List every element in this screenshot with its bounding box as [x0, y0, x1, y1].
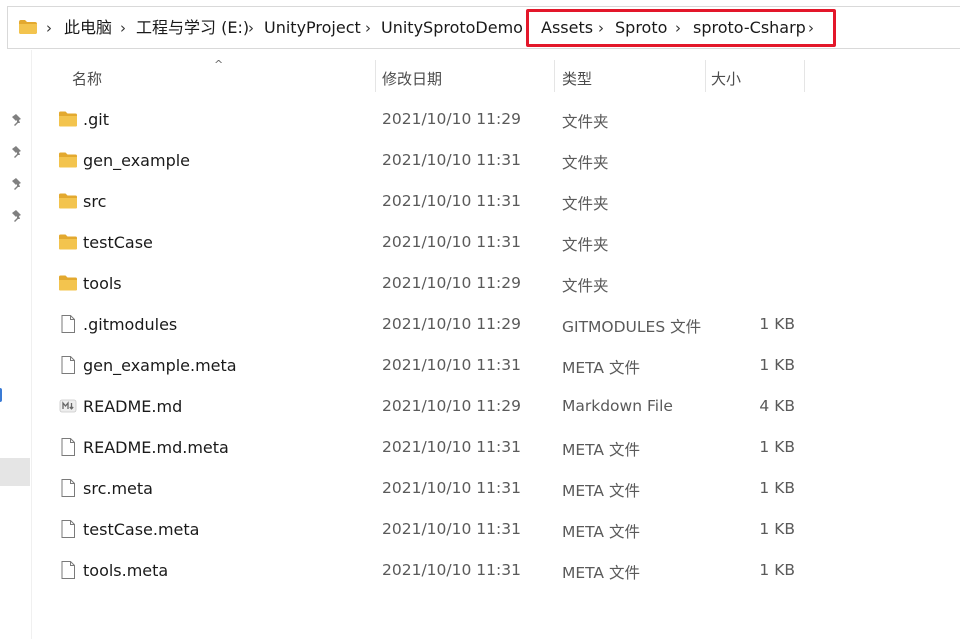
- file-type: META 文件: [562, 441, 640, 459]
- column-header-name[interactable]: 名称: [72, 68, 102, 89]
- breadcrumb-unityproject[interactable]: UnityProject: [264, 19, 361, 37]
- breadcrumb-assets[interactable]: Assets: [541, 19, 593, 37]
- file-date: 2021/10/10 11:31: [382, 192, 521, 210]
- file-name: tools: [83, 274, 122, 293]
- file-name: README.md.meta: [83, 438, 229, 457]
- breadcrumb-sproto-csharp[interactable]: sproto-Csharp: [693, 19, 806, 37]
- file-size: 1 KB: [759, 315, 795, 333]
- column-header-type[interactable]: 类型: [562, 68, 592, 89]
- file-size: 1 KB: [759, 561, 795, 579]
- chevron-right-icon[interactable]: ›: [46, 20, 52, 36]
- file-date: 2021/10/10 11:29: [382, 110, 521, 128]
- file-size: 1 KB: [759, 438, 795, 456]
- file-name: gen_example: [83, 151, 191, 170]
- file-row[interactable]: tools 2021/10/10 11:29 文件夹: [40, 263, 960, 304]
- chevron-right-icon[interactable]: ›: [120, 20, 126, 36]
- folder-icon: [59, 275, 77, 291]
- file-type: 文件夹: [562, 236, 609, 254]
- file-date: 2021/10/10 11:31: [382, 561, 521, 579]
- sort-ascending-icon: ^: [214, 58, 224, 71]
- file-name: src.meta: [83, 479, 153, 498]
- pin-icon[interactable]: [11, 209, 25, 223]
- nav-selected-item[interactable]: [0, 458, 30, 486]
- file-row[interactable]: tools.meta 2021/10/10 11:31 META 文件 1 KB: [40, 550, 960, 591]
- file-type: META 文件: [562, 523, 640, 541]
- file-date: 2021/10/10 11:29: [382, 315, 521, 333]
- file-type: META 文件: [562, 564, 640, 582]
- breadcrumb-this-pc[interactable]: 此电脑: [64, 19, 112, 37]
- file-icon: [61, 520, 75, 538]
- breadcrumb-unitysprotodemo[interactable]: UnitySprotoDemo: [381, 19, 523, 37]
- address-bar[interactable]: › 此电脑 › 工程与学习 (E:) › UnityProject › Unit…: [7, 6, 960, 49]
- file-row[interactable]: testCase 2021/10/10 11:31 文件夹: [40, 222, 960, 263]
- file-date: 2021/10/10 11:29: [382, 397, 521, 415]
- file-type: GITMODULES 文件: [562, 318, 702, 336]
- breadcrumb-drive-e[interactable]: 工程与学习 (E:): [136, 19, 249, 37]
- file-date: 2021/10/10 11:29: [382, 274, 521, 292]
- file-size: 1 KB: [759, 479, 795, 497]
- chevron-right-icon[interactable]: ›: [248, 20, 254, 36]
- file-name: testCase.meta: [83, 520, 200, 539]
- file-row[interactable]: gen_example.meta 2021/10/10 11:31 META 文件 1…: [40, 345, 960, 386]
- file-type: 文件夹: [562, 154, 609, 172]
- file-date: 2021/10/10 11:31: [382, 438, 521, 456]
- file-size: 4 KB: [759, 397, 795, 415]
- file-date: 2021/10/10 11:31: [382, 151, 521, 169]
- file-size: 1 KB: [759, 356, 795, 374]
- file-type: 文件夹: [562, 195, 609, 213]
- file-name: tools.meta: [83, 561, 169, 580]
- pin-icon[interactable]: [11, 113, 25, 127]
- file-date: 2021/10/10 11:31: [382, 479, 521, 497]
- file-date: 2021/10/10 11:31: [382, 356, 521, 374]
- file-row[interactable]: src.meta 2021/10/10 11:31 META 文件 1 KB: [40, 468, 960, 509]
- chevron-right-icon[interactable]: ›: [598, 20, 604, 36]
- file-icon: [61, 356, 75, 374]
- file-row[interactable]: .gitmodules 2021/10/10 11:29 GITMODULES 文件…: [40, 304, 960, 345]
- column-divider[interactable]: [705, 60, 706, 92]
- folder-icon: [59, 111, 77, 127]
- chevron-right-icon[interactable]: ›: [808, 20, 814, 36]
- file-name: gen_example.meta: [83, 356, 237, 375]
- file-icon: [61, 438, 75, 456]
- file-date: 2021/10/10 11:31: [382, 520, 521, 538]
- breadcrumb-sproto[interactable]: Sproto: [615, 19, 667, 37]
- file-icon: [61, 561, 75, 579]
- file-type: META 文件: [562, 482, 640, 500]
- file-icon: [61, 479, 75, 497]
- column-header-date[interactable]: 修改日期: [382, 68, 442, 89]
- file-row[interactable]: testCase.meta 2021/10/10 11:31 META 文件 1 KB: [40, 509, 960, 550]
- chevron-right-icon[interactable]: ›: [675, 20, 681, 36]
- pin-icon[interactable]: [11, 177, 25, 191]
- file-row[interactable]: src 2021/10/10 11:31 文件夹: [40, 181, 960, 222]
- file-type: Markdown File: [562, 397, 673, 415]
- file-type: 文件夹: [562, 113, 609, 131]
- file-row[interactable]: README.md 2021/10/10 11:29 Markdown File 4 …: [40, 386, 960, 427]
- column-divider[interactable]: [804, 60, 805, 92]
- file-size: 1 KB: [759, 520, 795, 538]
- navigation-pane[interactable]: [0, 50, 32, 639]
- file-type: META 文件: [562, 359, 640, 377]
- chevron-right-icon[interactable]: ›: [365, 20, 371, 36]
- markdown-file-icon: [59, 399, 77, 413]
- file-date: 2021/10/10 11:31: [382, 233, 521, 251]
- column-header-size[interactable]: 大小: [711, 68, 741, 89]
- folder-icon: [19, 20, 37, 34]
- file-name: testCase: [83, 233, 153, 252]
- column-divider[interactable]: [375, 60, 376, 92]
- file-type: 文件夹: [562, 277, 609, 295]
- pin-icon[interactable]: [11, 145, 25, 159]
- file-name: README.md: [83, 397, 183, 416]
- file-row[interactable]: .git 2021/10/10 11:29 文件夹: [40, 99, 960, 140]
- file-icon: [61, 315, 75, 333]
- file-row[interactable]: gen_example 2021/10/10 11:31 文件夹: [40, 140, 960, 181]
- nav-indicator: [0, 388, 2, 402]
- file-name: src: [83, 192, 107, 211]
- folder-icon: [59, 193, 77, 209]
- column-divider[interactable]: [554, 60, 555, 92]
- file-row[interactable]: README.md.meta 2021/10/10 11:31 META 文件 1 K…: [40, 427, 960, 468]
- file-name: .git: [83, 110, 109, 129]
- folder-icon: [59, 152, 77, 168]
- folder-icon: [59, 234, 77, 250]
- file-name: .gitmodules: [83, 315, 178, 334]
